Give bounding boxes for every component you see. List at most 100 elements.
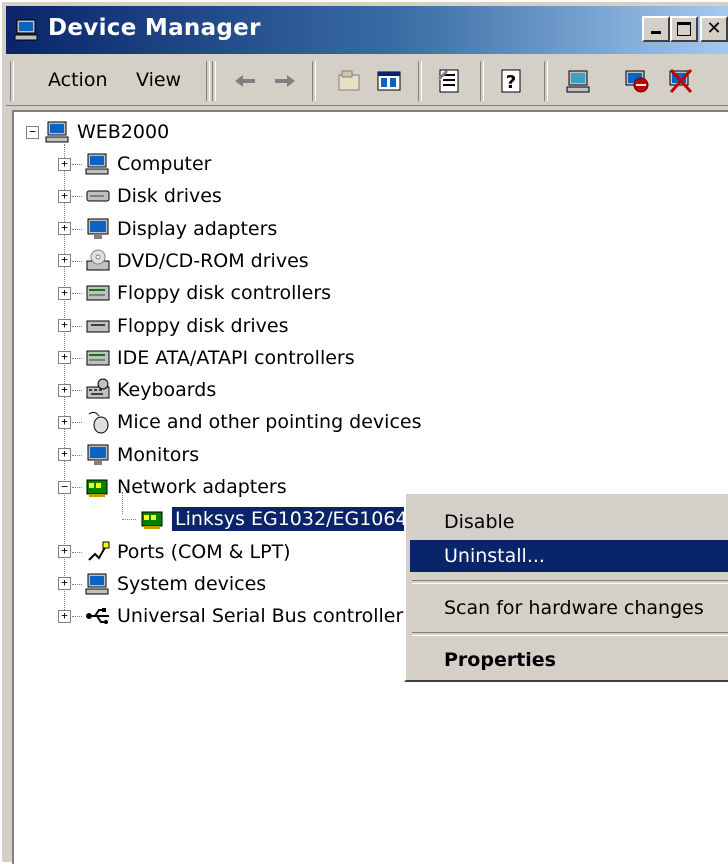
tree-root-label: WEB2000 bbox=[77, 121, 170, 143]
disable-device-icon bbox=[625, 70, 649, 93]
tree-connector bbox=[72, 454, 82, 456]
controller-icon bbox=[86, 350, 110, 366]
tree-item-label: Monitors bbox=[117, 443, 200, 466]
port-icon bbox=[88, 541, 110, 561]
menu-action[interactable]: Action bbox=[44, 67, 112, 93]
menu-view[interactable]: View bbox=[132, 67, 185, 93]
scan-hardware-button[interactable] bbox=[562, 65, 596, 97]
device-tree[interactable]: − WEB2000 + Computer + Disk drives + Display … bbox=[12, 110, 728, 864]
uninstall-device-button[interactable] bbox=[664, 65, 698, 97]
tree-connector bbox=[72, 551, 82, 553]
expand-toggle[interactable]: + bbox=[58, 222, 71, 236]
expand-toggle[interactable]: + bbox=[58, 254, 71, 268]
toolbar-separator bbox=[418, 61, 422, 101]
help-button[interactable]: ? bbox=[494, 65, 528, 97]
tree-category-item[interactable]: + Universal Serial Bus controllers bbox=[58, 600, 413, 632]
maximize-button[interactable] bbox=[670, 16, 698, 42]
tree-root[interactable]: − WEB2000 bbox=[26, 116, 169, 148]
tree-category-item[interactable]: + DVD/CD-ROM drives bbox=[58, 245, 309, 277]
up-level-button[interactable] bbox=[332, 65, 366, 97]
context-uninstall[interactable]: Uninstall... bbox=[410, 540, 728, 572]
expand-toggle[interactable]: + bbox=[58, 609, 71, 623]
computer-icon bbox=[45, 121, 69, 143]
expand-toggle[interactable]: + bbox=[58, 577, 71, 591]
cdrom-icon bbox=[86, 249, 110, 271]
tree-item-label: Floppy disk drives bbox=[117, 314, 289, 337]
tree-category-item[interactable]: + Keyboards bbox=[58, 374, 216, 406]
tree-item-label: System devices bbox=[117, 572, 267, 595]
tree-item-label: Universal Serial Bus controllers bbox=[117, 605, 414, 628]
collapse-toggle[interactable]: − bbox=[58, 480, 71, 494]
toolbar-separator bbox=[212, 61, 216, 101]
tree-device-item[interactable]: Linksys EG1032/EG1064 Ins bbox=[122, 503, 446, 535]
tree-connector bbox=[72, 583, 82, 585]
tree-connector bbox=[72, 422, 82, 424]
tree-category-item[interactable]: + Monitors bbox=[58, 439, 199, 471]
network-card-icon bbox=[86, 479, 108, 497]
svg-text:?: ? bbox=[506, 72, 516, 93]
expand-toggle[interactable]: + bbox=[58, 448, 71, 462]
tree-category-item[interactable]: + Display adapters bbox=[58, 213, 277, 245]
tree-connector bbox=[72, 260, 82, 262]
toolbar-separator bbox=[312, 61, 316, 101]
tree-category-item[interactable]: + Ports (COM & LPT) bbox=[58, 536, 291, 568]
network-card-icon bbox=[141, 511, 163, 530]
expand-toggle[interactable]: + bbox=[58, 286, 71, 300]
tree-item-label: Disk drives bbox=[117, 185, 222, 208]
disable-device-button[interactable] bbox=[620, 65, 654, 97]
context-scan-hardware[interactable]: Scan for hardware changes bbox=[410, 592, 728, 624]
expand-toggle[interactable]: + bbox=[58, 351, 71, 365]
window-title: Device Manager bbox=[48, 15, 261, 41]
tree-connector bbox=[72, 487, 82, 488]
back-arrow-icon bbox=[235, 75, 255, 87]
toolbar-separator bbox=[480, 61, 484, 101]
title-bar[interactable]: Device Manager ✕ bbox=[6, 6, 728, 54]
toolbar: Action View ? bbox=[6, 57, 728, 106]
minimize-button[interactable] bbox=[642, 16, 670, 42]
forward-button[interactable] bbox=[268, 65, 302, 97]
maximize-icon bbox=[677, 22, 691, 36]
help-icon: ? bbox=[501, 69, 521, 93]
expand-toggle[interactable]: + bbox=[58, 189, 71, 203]
tree-category-item[interactable]: + Mice and other pointing devices bbox=[58, 406, 421, 438]
tree-category-item[interactable]: + IDE ATA/ATAPI controllers bbox=[58, 342, 355, 374]
tree-category-item[interactable]: + Computer bbox=[58, 148, 211, 180]
usb-icon bbox=[86, 608, 109, 625]
tree-item-label: Mice and other pointing devices bbox=[117, 411, 422, 434]
tree-connector bbox=[72, 293, 82, 295]
expand-toggle[interactable]: + bbox=[58, 545, 71, 559]
properties-icon bbox=[438, 69, 459, 93]
minimize-icon bbox=[651, 31, 661, 34]
show-hide-tree-button[interactable] bbox=[372, 65, 406, 97]
back-button[interactable] bbox=[228, 65, 262, 97]
monitor-icon bbox=[87, 218, 109, 239]
close-button[interactable]: ✕ bbox=[700, 16, 728, 42]
expand-toggle[interactable]: + bbox=[58, 157, 71, 171]
controller-icon bbox=[86, 285, 110, 301]
expand-toggle[interactable]: + bbox=[58, 319, 71, 332]
tree-item-label: IDE ATA/ATAPI controllers bbox=[117, 346, 355, 369]
device-manager-window: Device Manager ✕ Action View ? − WEB2000… bbox=[0, 0, 728, 864]
expand-toggle[interactable]: + bbox=[58, 383, 71, 397]
mouse-icon bbox=[88, 412, 109, 434]
tree-connector bbox=[72, 357, 82, 359]
properties-button[interactable] bbox=[432, 65, 466, 97]
tree-category-item[interactable]: + System devices bbox=[58, 568, 266, 600]
tree-category-item[interactable]: − Network adapters bbox=[58, 471, 287, 503]
computer-icon bbox=[85, 573, 109, 595]
collapse-toggle[interactable]: − bbox=[26, 125, 39, 139]
tree-category-item[interactable]: + Floppy disk drives bbox=[58, 310, 289, 342]
tree-connector bbox=[72, 616, 82, 618]
toolbar-separator bbox=[544, 61, 548, 101]
tree-connector bbox=[122, 519, 136, 521]
context-properties[interactable]: Properties bbox=[410, 644, 728, 676]
disk-drive-icon bbox=[86, 190, 110, 202]
tree-item-label: Keyboards bbox=[117, 379, 217, 402]
forward-arrow-icon bbox=[275, 75, 295, 87]
tree-category-item[interactable]: + Disk drives bbox=[58, 180, 222, 212]
context-disable[interactable]: Disable bbox=[410, 506, 728, 538]
tree-category-item[interactable]: + Floppy disk controllers bbox=[58, 277, 331, 309]
expand-toggle[interactable]: + bbox=[58, 415, 71, 429]
tree-item-label: DVD/CD-ROM drives bbox=[117, 249, 309, 272]
up-level-icon bbox=[338, 70, 360, 91]
